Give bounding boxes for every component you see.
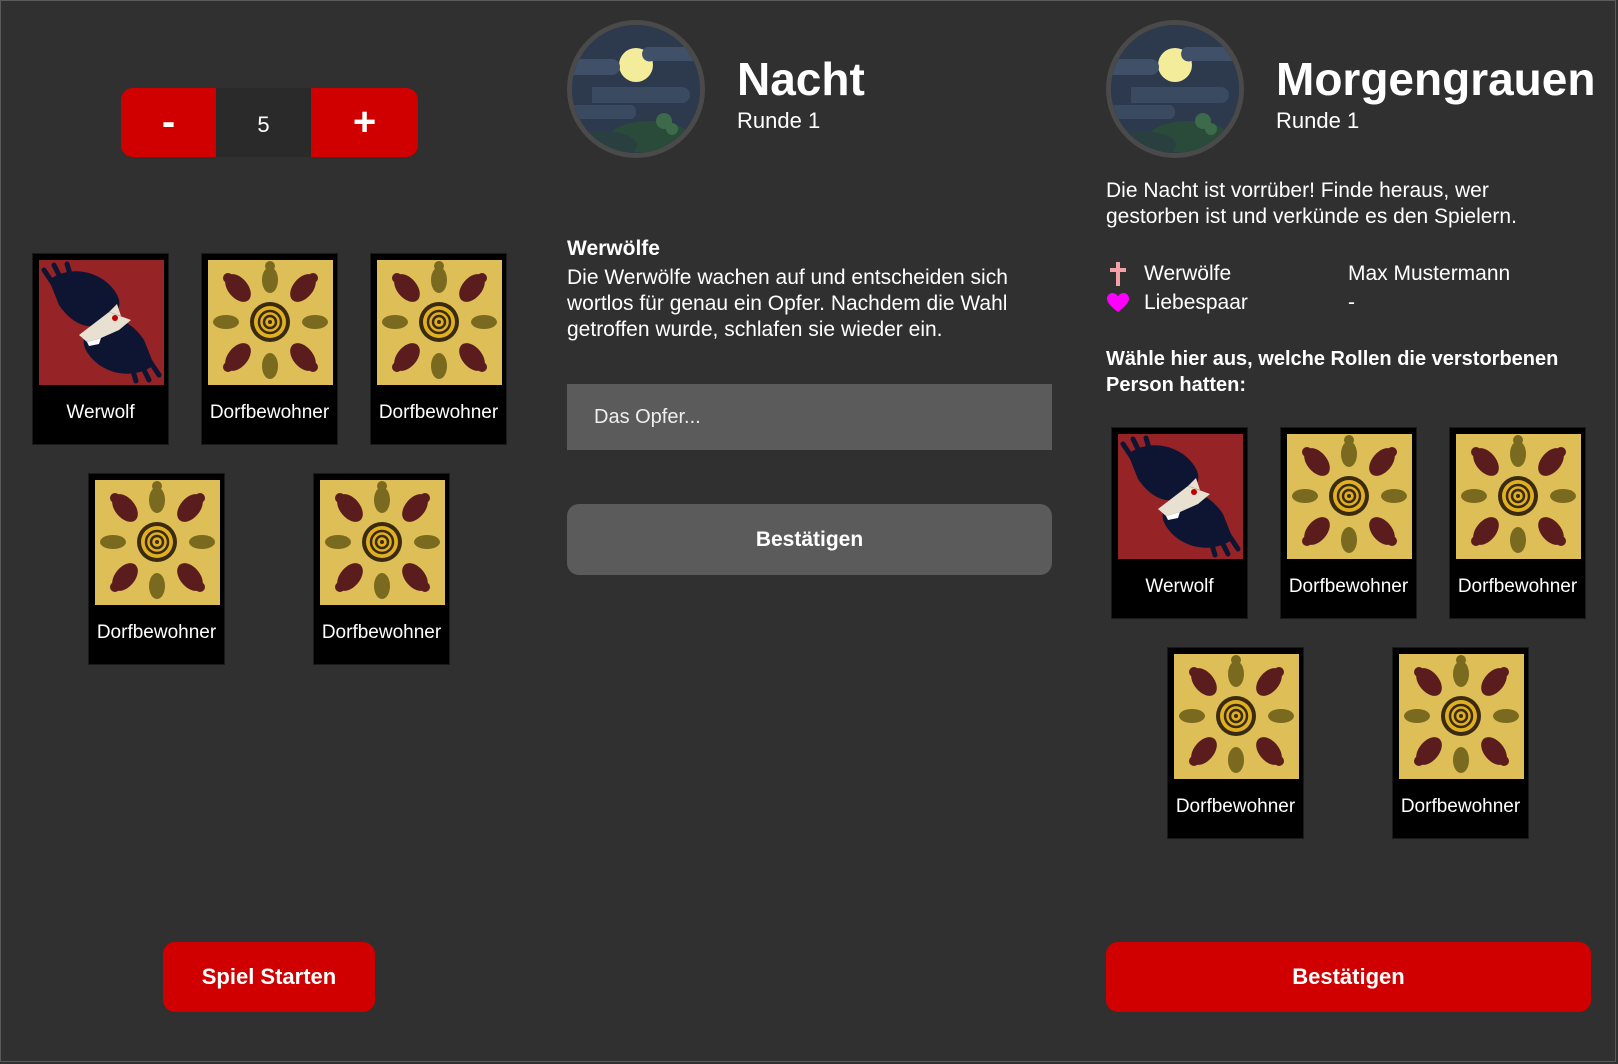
card-label: Dorfbewohner <box>1175 796 1296 817</box>
dawn-role-card-dorfbewohner[interactable]: Dorfbewohner <box>1167 647 1304 839</box>
increment-button[interactable]: + <box>311 88 418 157</box>
night-round: Runde 1 <box>737 108 821 133</box>
dawn-title: Morgengrauen <box>1276 53 1596 105</box>
dorfbewohner-card-image <box>1174 654 1299 779</box>
death-player-name: - <box>1348 291 1355 314</box>
death-cause: Werwölfe <box>1144 262 1232 285</box>
dawn-role-card-dorfbewohner[interactable]: Dorfbewohner <box>1449 427 1586 619</box>
player-count-stepper: - 5 + <box>121 88 418 157</box>
card-label: Dorfbewohner <box>1457 576 1578 597</box>
dawn-round: Runde 1 <box>1276 108 1360 133</box>
death-row: Werwölfe <box>1106 262 1231 286</box>
dawn-role-card-dorfbewohner[interactable]: Dorfbewohner <box>1392 647 1529 839</box>
dorfbewohner-card-image <box>1456 434 1581 559</box>
start-game-button[interactable]: Spiel Starten <box>163 942 375 1012</box>
werwolf-card-image <box>39 260 164 385</box>
role-card-dorfbewohner[interactable]: Dorfbewohner <box>88 473 225 665</box>
card-label: Dorfbewohner <box>378 402 499 423</box>
night-title: Nacht <box>737 53 865 105</box>
active-role-description: Die Werwölfe wachen auf und entscheiden … <box>567 266 1008 341</box>
card-label: Werwolf <box>1145 576 1214 597</box>
role-card-dorfbewohner[interactable]: Dorfbewohner <box>313 473 450 665</box>
dawn-role-card-werwolf[interactable]: Werwolf <box>1111 427 1248 619</box>
card-label: Dorfbewohner <box>321 622 442 643</box>
dawn-role-card-dorfbewohner[interactable]: Dorfbewohner <box>1280 427 1417 619</box>
dorfbewohner-card-image <box>95 480 220 605</box>
role-card-dorfbewohner[interactable]: Dorfbewohner <box>370 253 507 445</box>
decrement-button[interactable]: - <box>121 88 216 157</box>
death-row: Liebespaar <box>1106 291 1248 315</box>
dawn-moon-icon <box>1106 20 1244 158</box>
role-card-werwolf[interactable]: Werwolf <box>32 253 169 445</box>
death-cause: Liebespaar <box>1144 291 1248 314</box>
dorfbewohner-card-image <box>320 480 445 605</box>
dawn-confirm-button[interactable]: Bestätigen <box>1106 942 1591 1012</box>
card-label: Dorfbewohner <box>209 402 330 423</box>
dorfbewohner-card-image <box>377 260 502 385</box>
dorfbewohner-card-image <box>1287 434 1412 559</box>
dorfbewohner-card-image <box>1399 654 1524 779</box>
card-label: Dorfbewohner <box>96 622 217 643</box>
card-label: Werwolf <box>66 402 135 423</box>
role-card-dorfbewohner[interactable]: Dorfbewohner <box>201 253 338 445</box>
death-player-name: Max Mustermann <box>1348 262 1511 285</box>
card-label: Dorfbewohner <box>1400 796 1521 817</box>
player-count-value: 5 <box>216 88 311 157</box>
card-label: Dorfbewohner <box>1288 576 1409 597</box>
active-role-title: Werwölfe <box>567 237 660 260</box>
werwolf-card-image <box>1118 434 1243 559</box>
victim-input[interactable] <box>567 384 1052 450</box>
night-moon-icon <box>567 20 705 158</box>
dorfbewohner-card-image <box>208 260 333 385</box>
choose-roles-prompt: Wähle hier aus, welche Rollen die versto… <box>1106 348 1559 396</box>
night-confirm-button[interactable]: Bestätigen <box>567 504 1052 575</box>
dawn-intro-text: Die Nacht ist vorrüber! Finde heraus, we… <box>1106 179 1517 228</box>
cross-icon <box>1106 262 1130 286</box>
heart-icon <box>1106 291 1130 315</box>
